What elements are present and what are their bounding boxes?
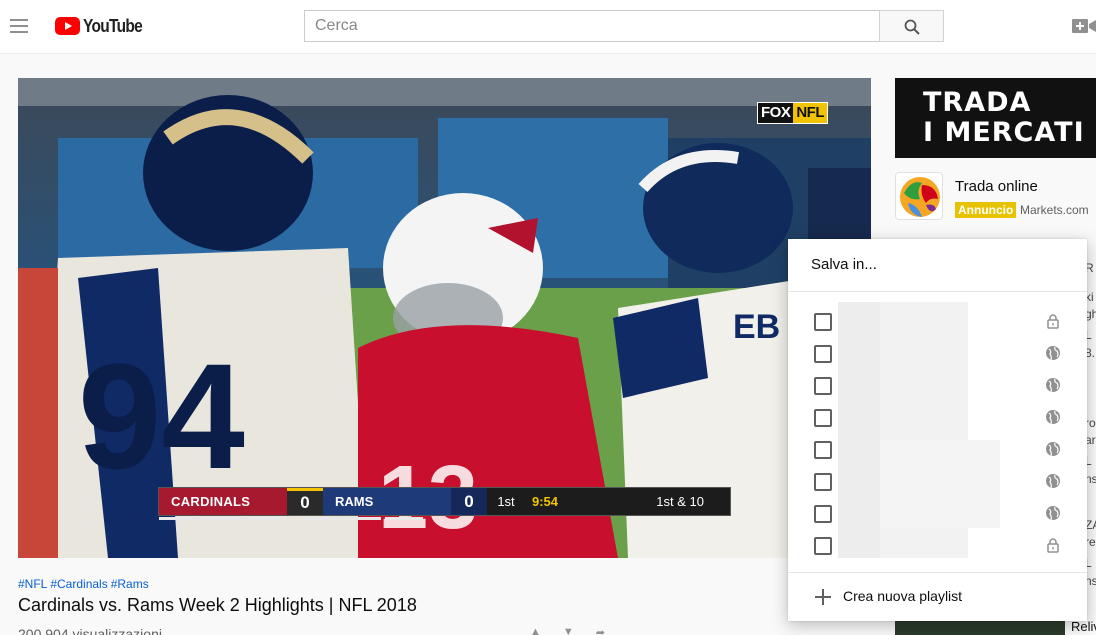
like-icon[interactable]: ▲ [530,626,541,635]
masthead: YouTube Cerca [0,0,1096,54]
team2-name: RAMS [323,488,451,515]
ad-badge: Annuncio [955,202,1017,218]
view-count: 200.904 visualizzazioni [18,626,162,635]
svg-text:94: 94 [78,332,245,500]
search-input[interactable]: Cerca [304,10,880,42]
create-playlist-label: Crea nuova playlist [843,588,963,604]
globe-icon [1046,442,1060,457]
playlist-checkbox[interactable] [814,313,832,331]
game-quarter: 1st [497,494,515,509]
globe-icon [1046,410,1060,425]
globe-icon [1046,346,1060,361]
dislike-icon[interactable]: ▼ [563,626,574,635]
playlist-checkbox[interactable] [814,409,832,427]
divider [788,291,1087,292]
game-clock: 9:54 [531,494,559,509]
globe-icon [1046,474,1060,489]
redacted-playlist-names [838,302,880,558]
plus-icon [814,588,832,606]
youtube-logo[interactable]: YouTube [55,15,152,37]
share-icon[interactable]: ➦ [596,626,605,635]
play-logo-icon [55,17,80,35]
hashtags: #NFL #Cardinals #Rams [18,577,149,591]
youtube-watch-page: YouTube Cerca 94 EB FOX NFL CARDINALS 0 … [0,0,1096,635]
video-title: Cardinals vs. Rams Week 2 Highlights | N… [18,595,417,615]
logo-text: YouTube [83,15,143,36]
network-badge: FOX NFL [757,102,829,124]
ad-domain: Markets.com [1020,203,1089,217]
video-player[interactable]: 94 13 EB FOX NFL CARDINALS 0 RAMS 0 1st [18,78,871,558]
upload-video-icon[interactable] [1072,16,1096,36]
redacted-playlist-names [880,440,1000,528]
dialog-title: Salva in... [811,256,877,273]
ad-title[interactable]: Trada online [955,178,1038,195]
search-icon [904,19,920,35]
search-button[interactable] [879,10,944,42]
divider [788,572,1087,573]
playlist-checkbox[interactable] [814,377,832,395]
video-frame: 94 13 EB [18,78,871,558]
playlist-checkbox[interactable] [814,473,832,491]
lock-icon [1047,538,1059,553]
hashtag-link[interactable]: #Rams [111,577,149,591]
hashtag-link[interactable]: #NFL [18,577,47,591]
playlist-checkbox[interactable] [814,505,832,523]
globe-icon [1046,506,1060,521]
related-video-title[interactable]: Reliv [1071,619,1096,634]
playlist-checkbox[interactable] [814,345,832,363]
playlist-checkbox[interactable] [814,537,832,555]
menu-icon[interactable] [8,14,32,38]
hashtag-link[interactable]: #Cardinals [50,577,107,591]
ad-banner[interactable]: TRADA I MERCATI [895,78,1096,158]
create-playlist-button[interactable]: Crea nuova playlist [788,582,1087,614]
team1-score: 0 [287,488,323,515]
globe-icon [1046,378,1060,393]
ad-banner-line: TRADA [923,87,1032,118]
team2-score: 0 [451,488,487,515]
ad-banner-line: I MERCATI [923,117,1085,148]
svg-text:EB: EB [733,308,780,346]
down-distance: 1st & 10 [656,494,704,509]
scoreboard: CARDINALS 0 RAMS 0 1st 9:54 1st & 10 [158,487,731,520]
playlist-checkbox[interactable] [814,441,832,459]
timeout-indicators [159,517,423,520]
related-video-thumbnail[interactable] [895,620,1065,635]
advertiser-logo-icon[interactable] [895,172,943,220]
lock-icon [1047,314,1059,329]
video-actions: ▲ ▼ ➦ [530,626,810,635]
team1-name: CARDINALS [159,488,287,515]
